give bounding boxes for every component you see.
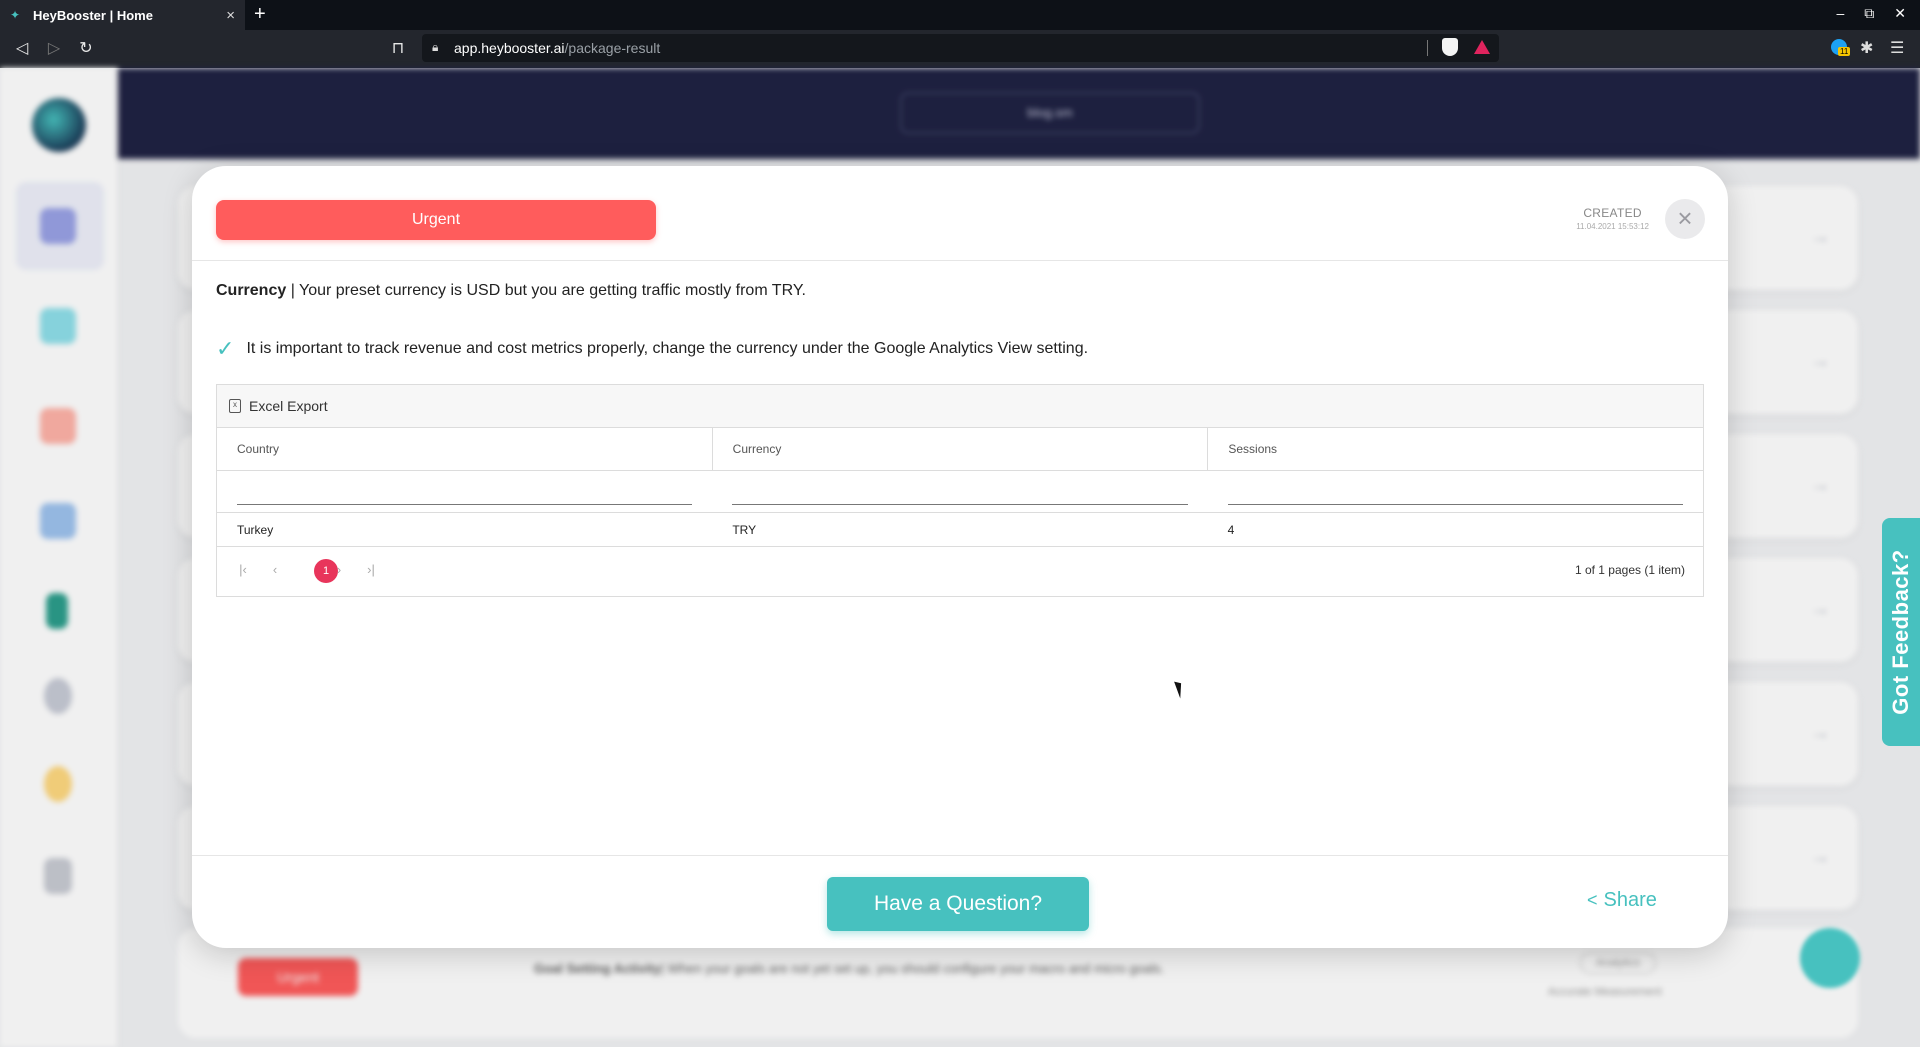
grid-filter-row xyxy=(217,471,1703,513)
window-controls: – ⧉ ✕ xyxy=(1836,5,1906,22)
new-tab-button[interactable]: + xyxy=(254,3,274,26)
insight-headline: Currency | Your preset currency is USD b… xyxy=(216,282,806,300)
browser-toolbar: ◁ ▷ ↻ ⊓ 🔒︎ app.heybooster.ai/package-res… xyxy=(0,30,1920,68)
feedback-label: Got Feedback? xyxy=(1888,549,1913,715)
back-icon[interactable]: ◁ xyxy=(12,38,32,58)
sessions-filter-input[interactable] xyxy=(1227,483,1683,505)
restore-icon[interactable]: ⧉ xyxy=(1864,5,1874,22)
address-bar[interactable]: 🔒︎ app.heybooster.ai/package-result xyxy=(422,34,1499,62)
created-date: 11.04.2021 15:53:12 xyxy=(1576,222,1649,231)
lock-icon: 🔒︎ xyxy=(432,40,439,54)
excel-export-label: Excel Export xyxy=(249,398,328,414)
excel-export-button[interactable]: x Excel Export xyxy=(217,385,1703,428)
reload-icon[interactable]: ↻ xyxy=(76,38,96,58)
url-divider xyxy=(1427,40,1428,56)
extension-icon[interactable]: 11 xyxy=(1831,39,1851,56)
brave-rewards-icon[interactable] xyxy=(1474,40,1490,54)
tab-close-icon[interactable]: × xyxy=(226,7,235,24)
cell-sessions: 4 xyxy=(1227,523,1235,537)
currency-filter-input[interactable] xyxy=(732,483,1188,505)
last-page-icon[interactable]: ›| xyxy=(363,562,379,577)
urgent-badge: Urgent xyxy=(216,200,656,240)
filter-cell xyxy=(712,471,1207,512)
filter-cell xyxy=(1208,471,1703,512)
modal-footer: Have a Question? < Share xyxy=(192,855,1728,948)
close-window-icon[interactable]: ✕ xyxy=(1894,5,1906,22)
created-info: CREATED 11.04.2021 15:53:12 xyxy=(1576,206,1649,231)
created-label: CREATED xyxy=(1583,206,1642,220)
column-header-sessions[interactable]: Sessions xyxy=(1208,428,1703,470)
cell-currency: TRY xyxy=(732,523,757,537)
data-grid: x Excel Export Country Currency Sessions… xyxy=(216,384,1704,597)
country-filter-input[interactable] xyxy=(237,483,693,505)
feedback-tab[interactable]: Got Feedback? xyxy=(1882,518,1920,746)
column-header-currency[interactable]: Currency xyxy=(713,428,1209,470)
first-page-icon[interactable]: |‹ xyxy=(235,562,251,577)
cell-country: Turkey xyxy=(237,523,274,537)
tab-title: HeyBooster | Home xyxy=(33,7,153,23)
close-modal-button[interactable]: × xyxy=(1665,199,1705,239)
insight-description: | Your preset currency is USD but you ar… xyxy=(286,282,806,299)
table-row[interactable]: Turkey TRY 4 xyxy=(217,513,1703,547)
column-header-country[interactable]: Country xyxy=(217,428,713,470)
share-icon: < xyxy=(1587,890,1598,910)
tip-text: It is important to track revenue and cos… xyxy=(246,340,1089,357)
forward-icon[interactable]: ▷ xyxy=(44,38,64,58)
grid-header-row: Country Currency Sessions xyxy=(217,428,1703,471)
extensions-puzzle-icon[interactable]: ✱ xyxy=(1860,38,1873,58)
insight-title: Currency xyxy=(216,282,287,299)
insight-modal: Urgent CREATED 11.04.2021 15:53:12 × Cur… xyxy=(192,166,1728,948)
next-page-icon[interactable]: › xyxy=(331,562,347,577)
menu-icon[interactable]: ☰ xyxy=(1890,38,1904,58)
share-button[interactable]: < Share xyxy=(1587,889,1657,912)
insight-tip: ✓ It is important to track revenue and c… xyxy=(216,336,1088,362)
chat-bubble-icon[interactable] xyxy=(1800,928,1860,988)
have-a-question-button[interactable]: Have a Question? xyxy=(827,877,1089,931)
bookmark-page-icon[interactable]: ⊓ xyxy=(388,38,408,58)
filter-cell xyxy=(217,471,712,512)
checkmark-icon: ✓ xyxy=(216,336,235,361)
brave-shield-icon[interactable] xyxy=(1442,38,1458,56)
heybooster-favicon-icon: ✦ xyxy=(10,8,21,22)
excel-icon: x xyxy=(229,399,241,413)
pager: |‹ ‹ 1 › ›| 1 of 1 pages (1 item) xyxy=(217,547,1703,595)
url-text: app.heybooster.ai/package-result xyxy=(454,40,661,56)
prev-page-icon[interactable]: ‹ xyxy=(267,562,283,577)
browser-tab-bar: ✦ HeyBooster | Home × + – ⧉ ✕ xyxy=(0,0,1920,30)
minimize-icon[interactable]: – xyxy=(1836,5,1844,22)
modal-header: Urgent CREATED 11.04.2021 15:53:12 × xyxy=(192,166,1728,261)
browser-tab[interactable]: ✦ HeyBooster | Home × xyxy=(0,0,245,30)
share-label: Share xyxy=(1603,889,1657,911)
pager-info: 1 of 1 pages (1 item) xyxy=(1574,563,1685,577)
